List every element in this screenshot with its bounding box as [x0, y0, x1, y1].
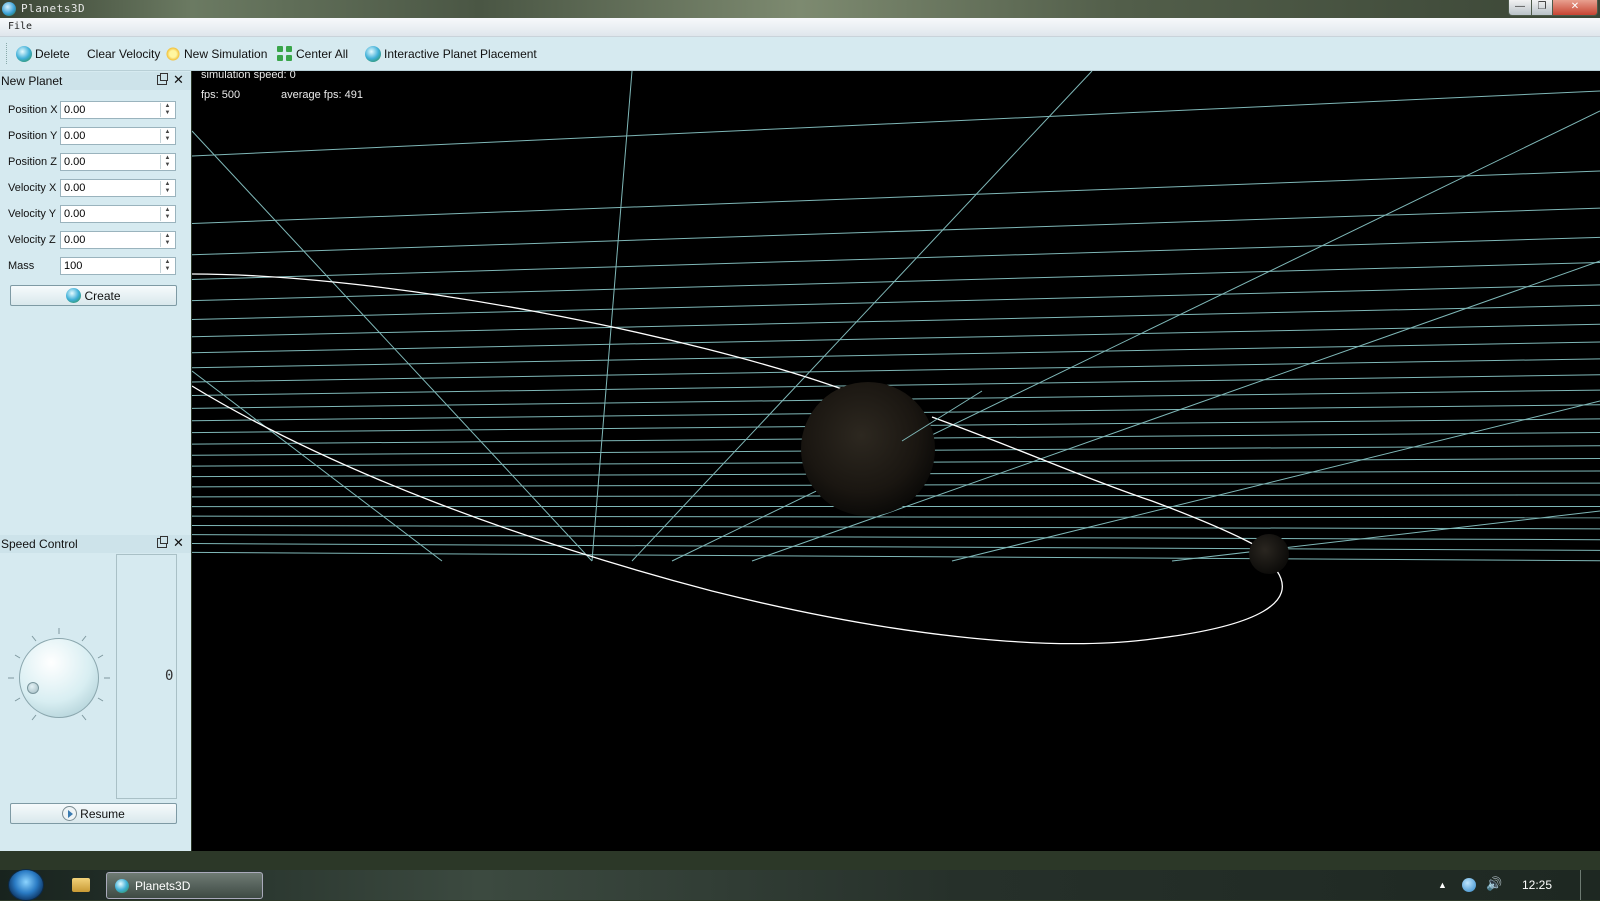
create-button[interactable]: Create — [10, 285, 177, 306]
field-label: Velocity X — [8, 182, 56, 194]
network-icon[interactable] — [1462, 878, 1476, 892]
delete-label: Delete — [35, 47, 70, 61]
field-input[interactable]: 0.00 ▲ ▼ — [60, 179, 176, 197]
folder-icon[interactable] — [72, 878, 90, 892]
menu-bar: File — [0, 18, 1600, 37]
start-button[interactable] — [8, 869, 44, 901]
planet-create-icon — [66, 288, 81, 303]
spinbox-arrows-icon[interactable]: ▲ ▼ — [160, 207, 174, 221]
star-icon — [165, 46, 181, 62]
field-label: Position X — [8, 104, 58, 116]
speed-control-title: Speed Control — [1, 537, 78, 551]
center-all-icon — [277, 46, 293, 62]
center-all-label: Center All — [296, 47, 348, 61]
speed-dial[interactable] — [8, 628, 112, 728]
dock-close-icon[interactable]: ✕ — [173, 72, 184, 88]
spinbox-arrows-icon[interactable]: ▲ ▼ — [160, 259, 174, 273]
field-label: Velocity Z — [8, 234, 56, 246]
planets3d-taskbar-icon — [115, 879, 129, 893]
maximize-button[interactable]: ❐ — [1531, 0, 1553, 16]
central-planet[interactable] — [801, 382, 935, 516]
field-input[interactable]: 100 ▲ ▼ — [60, 257, 176, 275]
taskbar-planets3d[interactable]: Planets3D — [106, 872, 263, 899]
orbiting-planet[interactable] — [1249, 534, 1289, 574]
fps-text: fps: 500 — [201, 89, 240, 101]
spinbox-arrows-icon[interactable]: ▲ ▼ — [160, 181, 174, 195]
field-label: Mass — [8, 260, 34, 272]
menu-file[interactable]: File — [8, 21, 32, 32]
speed-lcd-value: 0 — [165, 668, 173, 684]
new-simulation-button[interactable]: New Simulation — [165, 44, 267, 64]
planet-placement-icon — [365, 46, 381, 62]
dock-close-icon[interactable]: ✕ — [173, 535, 184, 551]
volume-icon[interactable]: 🔊 — [1486, 876, 1502, 892]
simulation-speed-text: simulation speed: 0 — [201, 71, 296, 81]
field-value: 0.00 — [64, 156, 85, 168]
speed-control-dock-title: Speed Control ✕ — [0, 535, 191, 553]
field-value: 0.00 — [64, 234, 85, 246]
dock-float-icon[interactable] — [157, 75, 167, 85]
field-input[interactable]: 0.00 ▲ ▼ — [60, 231, 176, 249]
taskbar-planets3d-label: Planets3D — [135, 879, 190, 893]
field-input[interactable]: 0.00 ▲ ▼ — [60, 127, 176, 145]
spinbox-arrows-icon[interactable]: ▲ ▼ — [160, 103, 174, 117]
speed-dial-face[interactable] — [19, 638, 99, 718]
title-bar: Planets3D — ❐ ✕ — [0, 0, 1600, 18]
resume-button[interactable]: Resume — [10, 803, 177, 824]
field-value: 0.00 — [64, 182, 85, 194]
field-value: 0.00 — [64, 104, 85, 116]
dock-float-icon[interactable] — [157, 538, 167, 548]
delete-button[interactable]: Delete — [16, 44, 70, 64]
spinbox-arrows-icon[interactable]: ▲ ▼ — [160, 129, 174, 143]
field-label: Position Y — [8, 130, 57, 142]
interactive-planet-placement-button[interactable]: Interactive Planet Placement — [365, 44, 537, 64]
field-input[interactable]: 0.00 ▲ ▼ — [60, 205, 176, 223]
taskbar: Planets3D ▲ 🔊 12:25 — [0, 870, 1600, 900]
spinbox-arrows-icon[interactable]: ▲ ▼ — [160, 233, 174, 247]
toolbar: Delete Clear Velocity New Simulation Cen… — [0, 37, 1600, 71]
tray-expand-icon[interactable]: ▲ — [1438, 880, 1447, 890]
clear-velocity-label: Clear Velocity — [87, 47, 160, 61]
field-value: 100 — [64, 260, 82, 272]
new-planet-dock-title: New Planet ✕ — [0, 72, 191, 90]
close-button[interactable]: ✕ — [1552, 0, 1598, 16]
center-all-button[interactable]: Center All — [277, 44, 348, 64]
new-planet-title: New Planet — [1, 74, 62, 88]
window-title: Planets3D — [21, 2, 85, 15]
play-icon — [62, 806, 77, 821]
average-fps-text: average fps: 491 — [281, 89, 363, 101]
show-desktop-button[interactable] — [1580, 870, 1600, 900]
planets3d-app-icon — [2, 2, 16, 16]
interactive-placement-label: Interactive Planet Placement — [384, 47, 537, 61]
new-simulation-label: New Simulation — [184, 47, 267, 61]
minimize-button[interactable]: — — [1508, 0, 1532, 16]
speed-dial-knob[interactable] — [27, 682, 39, 694]
field-input[interactable]: 0.00 ▲ ▼ — [60, 153, 176, 171]
speed-display-frame: 0 — [116, 554, 177, 799]
planet-delete-icon — [16, 46, 32, 62]
simulation-viewport[interactable]: simulation speed: 0 fps: 500 average fps… — [192, 71, 1600, 851]
field-label: Velocity Y — [8, 208, 56, 220]
field-value: 0.00 — [64, 208, 85, 220]
toolbar-grip[interactable] — [6, 43, 10, 64]
field-input[interactable]: 0.00 ▲ ▼ — [60, 101, 176, 119]
scene-canvas[interactable] — [192, 71, 1600, 851]
left-dock: New Planet ✕ Position X 0.00 ▲ ▼ Position Y… — [0, 71, 191, 851]
resume-label: Resume — [80, 807, 125, 821]
clear-velocity-button[interactable]: Clear Velocity — [87, 44, 160, 64]
orbit-path — [192, 274, 1282, 644]
field-value: 0.00 — [64, 130, 85, 142]
spinbox-arrows-icon[interactable]: ▲ ▼ — [160, 155, 174, 169]
clock[interactable]: 12:25 — [1522, 878, 1552, 892]
field-label: Position Z — [8, 156, 57, 168]
create-label: Create — [84, 289, 120, 303]
